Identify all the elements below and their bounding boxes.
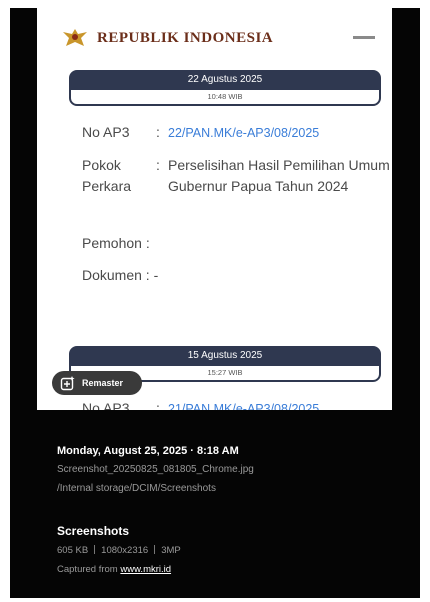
photo-info: 605 KB 1080x2316 3MP xyxy=(57,545,181,556)
entry-time: 10:48 WIB xyxy=(69,88,381,106)
garuda-emblem-icon xyxy=(63,29,87,46)
divider xyxy=(94,545,96,554)
dokumen-value: - xyxy=(153,267,159,283)
pokok-label-line-2: Perkara xyxy=(82,178,132,194)
photo-datetime: Monday, August 25, 2025 · 8:18 AM xyxy=(57,445,239,457)
photo-filename: Screenshot_20250825_081805_Chrome.jpg xyxy=(57,464,254,475)
pokok-label-line-1: Pokok xyxy=(82,157,121,173)
dokumen-row: Dokumen : - xyxy=(82,267,158,283)
ap3-separator: : xyxy=(156,400,160,410)
menu-icon[interactable] xyxy=(353,36,375,39)
divider xyxy=(154,545,156,554)
dokumen-label: Dokumen : xyxy=(82,267,150,283)
photo-path: /Internal storage/DCIM/Screenshots xyxy=(57,483,216,494)
ap3-label: No AP3 xyxy=(82,400,130,410)
pemohon-row: Pemohon : xyxy=(82,235,150,251)
captured-from: Captured from www.mkri.id xyxy=(57,564,171,575)
date-card: 22 Agustus 2025 10:48 WIB xyxy=(69,70,381,106)
file-size: 605 KB xyxy=(57,545,89,556)
album-name[interactable]: Screenshots xyxy=(57,524,129,538)
megapixels: 3MP xyxy=(161,545,181,556)
pokok-perkara-row: Pokok Perkara : Perselisihan Hasil Pemil… xyxy=(82,155,392,225)
entry-date: 15 Agustus 2025 xyxy=(69,346,381,366)
ap3-link[interactable]: 21/PAN.MK/e-AP3/08/2025 xyxy=(168,402,319,410)
ap3-link[interactable]: 22/PAN.MK/e-AP3/08/2025 xyxy=(168,126,319,140)
remaster-sparkle-icon xyxy=(60,376,75,391)
ap3-row: No AP3:22/PAN.MK/e-AP3/08/2025 xyxy=(82,124,319,140)
ap3-separator: : xyxy=(156,124,160,140)
photo-viewer: REPUBLIK INDONESIA 22 Agustus 2025 10:48… xyxy=(10,8,420,598)
ap3-row: No AP3:21/PAN.MK/e-AP3/08/2025 xyxy=(82,400,319,410)
screenshot-image[interactable]: REPUBLIK INDONESIA 22 Agustus 2025 10:48… xyxy=(37,8,392,410)
header-title: REPUBLIK INDONESIA xyxy=(97,30,274,46)
pemohon-label: Pemohon : xyxy=(82,235,150,251)
entry-date: 22 Agustus 2025 xyxy=(69,70,381,90)
site-header: REPUBLIK INDONESIA xyxy=(37,8,392,48)
captured-from-link[interactable]: www.mkri.id xyxy=(120,564,171,575)
remaster-button[interactable]: Remaster xyxy=(52,371,142,395)
pokok-separator: : xyxy=(156,157,160,173)
captured-from-label: Captured from xyxy=(57,564,118,575)
ap3-label: No AP3 xyxy=(82,124,130,140)
resolution: 1080x2316 xyxy=(101,545,149,556)
pokok-value: Perselisihan Hasil Pemilihan Umum Gubern… xyxy=(168,157,390,194)
remaster-label: Remaster xyxy=(82,378,124,388)
